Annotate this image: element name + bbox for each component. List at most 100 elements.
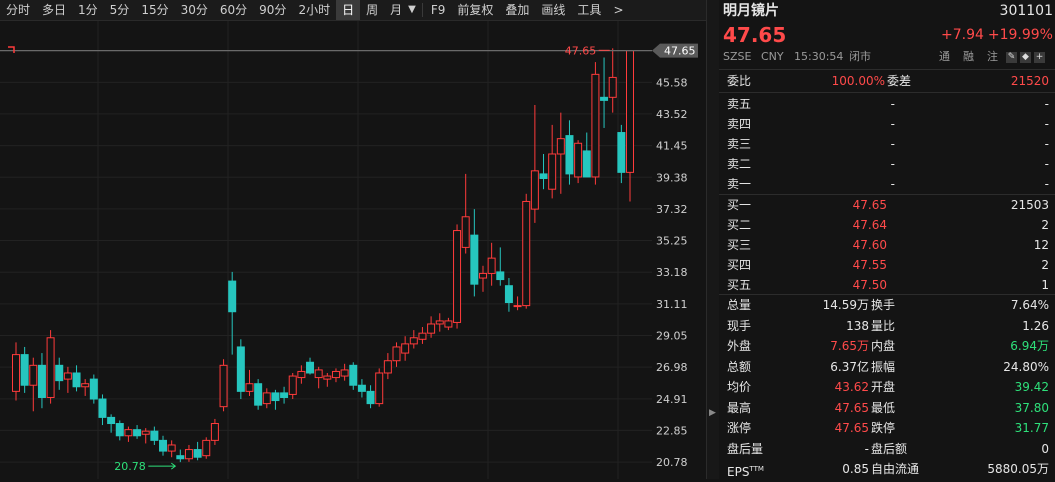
chevron-down-icon[interactable]: ▼	[404, 0, 420, 20]
candle[interactable]	[115, 420, 124, 441]
candle[interactable]	[280, 386, 289, 404]
candle[interactable]	[608, 48, 617, 113]
candle[interactable]	[401, 336, 410, 361]
draw-line-button[interactable]: 画线	[535, 0, 571, 20]
candle[interactable]	[236, 339, 245, 400]
candle[interactable]	[478, 265, 487, 292]
bid-row[interactable]: 买二 47.64 2	[719, 215, 1055, 235]
candlestick-chart[interactable]: 45.58 43.52 41.45 39.38 37.32 35.25 33.18 31.11…	[0, 21, 706, 479]
candle[interactable]	[444, 317, 453, 331]
candle[interactable]	[210, 418, 219, 445]
period-tab[interactable]: 15分	[135, 0, 174, 20]
candle[interactable]	[556, 112, 565, 194]
candle[interactable]	[167, 440, 176, 458]
candle[interactable]	[297, 365, 306, 384]
bid-row[interactable]: 买一 47.65 21503	[719, 195, 1055, 215]
candle[interactable]	[193, 441, 202, 461]
period-tab[interactable]: 5分	[104, 0, 136, 20]
candle[interactable]	[254, 379, 263, 410]
period-tab-day[interactable]: 日	[336, 0, 361, 20]
period-tab[interactable]: 90分	[253, 0, 292, 20]
candle[interactable]	[72, 365, 81, 392]
period-tab[interactable]: 30分	[175, 0, 214, 20]
edit-icon[interactable]: ✎	[1006, 51, 1017, 63]
bid-row[interactable]: 买四 47.55 2	[719, 255, 1055, 275]
candle[interactable]	[617, 124, 626, 184]
f9-button[interactable]: F9	[425, 0, 452, 20]
candle[interactable]	[98, 394, 107, 426]
candle[interactable]	[453, 224, 462, 329]
candle[interactable]	[124, 426, 133, 442]
candle[interactable]	[565, 120, 574, 185]
panel-collapse-handle[interactable]: ▶	[706, 0, 720, 479]
period-tab[interactable]: 60分	[214, 0, 253, 20]
period-tab[interactable]: 分时	[0, 0, 36, 20]
candle[interactable]	[427, 316, 436, 338]
candle[interactable]	[461, 173, 470, 254]
candle[interactable]	[496, 247, 505, 286]
bid-row[interactable]: 买三 47.60 12	[719, 235, 1055, 255]
tools-button[interactable]: 工具	[571, 0, 607, 20]
candle[interactable]	[487, 242, 496, 286]
candle[interactable]	[470, 209, 479, 297]
candle[interactable]	[133, 425, 142, 439]
candle[interactable]	[81, 379, 90, 396]
candle[interactable]	[63, 366, 72, 393]
candle[interactable]	[29, 357, 38, 412]
candle[interactable]	[375, 368, 384, 407]
period-tab[interactable]: 2小时	[292, 0, 336, 20]
candle[interactable]	[582, 132, 591, 178]
candle[interactable]	[591, 62, 600, 185]
candle[interactable]	[383, 353, 392, 380]
candle[interactable]	[55, 357, 64, 390]
ask-row[interactable]: 卖二 - -	[719, 154, 1055, 174]
ask-row[interactable]: 卖一 - -	[719, 174, 1055, 194]
candle[interactable]	[37, 353, 46, 409]
candle[interactable]	[176, 449, 185, 463]
overlay-button[interactable]: 叠加	[499, 0, 535, 20]
candle[interactable]	[600, 57, 609, 128]
candle[interactable]	[331, 368, 340, 383]
candle[interactable]	[626, 50, 634, 202]
restore-rights-button[interactable]: 前复权	[451, 0, 499, 20]
candle[interactable]	[340, 363, 349, 381]
candle[interactable]	[504, 278, 513, 312]
candle[interactable]	[184, 444, 193, 462]
candle[interactable]	[548, 124, 557, 199]
candle[interactable]	[262, 388, 271, 409]
candle[interactable]	[159, 435, 168, 456]
candle[interactable]	[46, 330, 55, 404]
alert-icon[interactable]: ◆	[1020, 51, 1031, 63]
ask-row[interactable]: 卖三 - -	[719, 134, 1055, 154]
candle[interactable]	[202, 437, 211, 459]
more-button[interactable]: >	[607, 0, 629, 20]
candle[interactable]	[392, 342, 401, 367]
candle[interactable]	[349, 362, 358, 390]
bid-row[interactable]: 买五 47.50 1	[719, 275, 1055, 295]
candle[interactable]	[271, 389, 280, 410]
candle[interactable]	[12, 342, 20, 401]
candle[interactable]	[513, 296, 522, 311]
period-tab[interactable]: 多日	[36, 0, 72, 20]
candle[interactable]	[539, 153, 548, 190]
candle[interactable]	[219, 359, 228, 412]
ask-row[interactable]: 卖五 - -	[719, 94, 1055, 114]
period-tab[interactable]: 月	[384, 0, 404, 20]
candle[interactable]	[522, 193, 531, 309]
candle[interactable]	[366, 385, 375, 409]
ask-row[interactable]: 卖四 - -	[719, 114, 1055, 134]
candle[interactable]	[20, 346, 29, 393]
candle[interactable]	[323, 372, 332, 387]
candle[interactable]	[435, 313, 444, 332]
candle[interactable]	[228, 271, 237, 355]
candle[interactable]	[530, 104, 539, 223]
period-tab[interactable]: 周	[360, 0, 384, 20]
candle[interactable]	[314, 366, 323, 389]
candle[interactable]	[418, 327, 427, 344]
candle[interactable]	[357, 379, 366, 398]
candle[interactable]	[288, 372, 297, 400]
candle[interactable]	[306, 357, 315, 375]
candle[interactable]	[245, 369, 254, 396]
candle[interactable]	[574, 140, 583, 184]
period-tab[interactable]: 1分	[72, 0, 104, 20]
